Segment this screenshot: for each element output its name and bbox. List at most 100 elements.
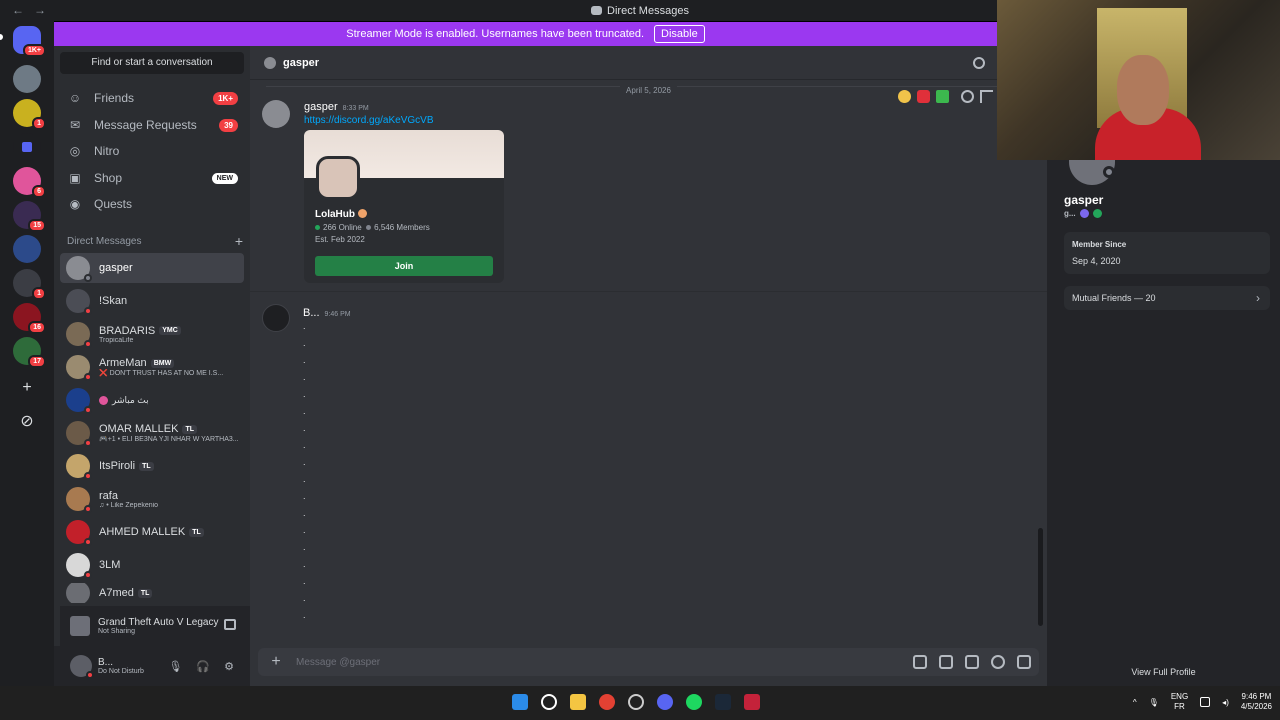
dm-name-row: ArmeMan BMW <box>99 357 223 369</box>
spotify-icon[interactable] <box>686 694 702 710</box>
join-button[interactable]: Join <box>315 256 493 276</box>
dm-item[interactable]: !Skan <box>60 286 244 316</box>
shop-icon: ▣ <box>69 171 81 185</box>
chat-scrollbar[interactable] <box>1038 528 1043 626</box>
server-rail: 1K+ 1 6 15 1 16 17 + ⊘ <box>0 21 54 686</box>
disable-button[interactable]: Disable <box>654 25 705 43</box>
server-icon-2[interactable]: 1 <box>13 99 46 130</box>
requests-count-badge: 39 <box>219 118 238 132</box>
message-composer[interactable]: + Message @gasper <box>258 648 1039 676</box>
nav-quests[interactable]: ◉ Quests <box>60 191 244 217</box>
discord-icon <box>591 6 603 15</box>
discord-taskbar-icon[interactable] <box>657 694 673 710</box>
file-explorer-icon[interactable] <box>570 694 586 710</box>
nav-friends[interactable]: ☺ Friends 1K+ <box>60 85 244 111</box>
dm-item[interactable]: ItsPiroli TL <box>60 451 244 481</box>
create-dm-icon[interactable]: + <box>235 234 243 248</box>
obs-icon[interactable] <box>628 694 644 710</box>
app-icon[interactable] <box>744 694 760 710</box>
dm-item[interactable]: AHMED MALLEK TL <box>60 517 244 547</box>
upload-plus-icon[interactable]: + <box>268 654 284 670</box>
server-icon-5[interactable] <box>13 235 41 263</box>
banner-text: Streamer Mode is enabled. Usernames have… <box>346 28 645 40</box>
dm-item[interactable]: rafa ♫ • Like Zepekenio <box>60 484 244 514</box>
dm-item[interactable]: A7med TL <box>60 583 244 603</box>
message-author[interactable]: B... <box>303 307 320 319</box>
new-badge: NEW <box>211 172 238 184</box>
network-icon[interactable] <box>1200 697 1211 707</box>
dm-item[interactable]: 3LM <box>60 550 244 580</box>
headphones-icon[interactable]: 🎧 <box>196 660 210 673</box>
dm-item[interactable]: ArmeMan BMW ❌ DON'T TRUST HAS AT NO ME I.… <box>60 352 244 382</box>
message-line: . <box>303 406 306 416</box>
user-avatar[interactable] <box>70 655 94 679</box>
message-list: April 5, 2026 gasper 8:33 PM https://disc… <box>250 80 1047 640</box>
find-conversation-button[interactable]: Find or start a conversation <box>60 52 244 74</box>
nitro-icon: ◎ <box>69 144 81 158</box>
emoji-icon[interactable] <box>991 655 1005 669</box>
server-icon-1[interactable] <box>13 65 41 93</box>
dm-name: بث مباشر <box>112 394 149 405</box>
reply-icon[interactable] <box>980 90 993 103</box>
language-indicator[interactable]: ENG FR <box>1171 692 1188 712</box>
add-reaction-icon[interactable] <box>961 90 974 103</box>
server-icon-4[interactable]: 15 <box>13 201 46 232</box>
message-line: . <box>303 338 306 348</box>
server-invite-card: LolaHub 266 Online 6,546 Members Est. Fe… <box>304 130 504 283</box>
server-icon-6[interactable]: 1 <box>13 269 46 300</box>
message-line: . <box>303 355 306 365</box>
sticker-icon[interactable] <box>965 655 979 669</box>
screen-share-icon[interactable] <box>224 619 236 630</box>
volume-icon[interactable]: ◂) <box>1222 698 1229 707</box>
view-full-profile-link[interactable]: View Full Profile <box>1047 667 1280 677</box>
search-icon[interactable] <box>541 694 557 710</box>
home-button[interactable]: 1K+ <box>13 26 46 57</box>
dm-item[interactable]: بث مباشر <box>60 385 244 415</box>
discover-icon[interactable]: ⊘ <box>16 411 38 433</box>
add-server-icon[interactable]: + <box>16 377 38 399</box>
dm-item[interactable]: gasper <box>60 253 244 283</box>
nav-message-requests[interactable]: ✉ Message Requests 39 <box>60 112 244 138</box>
avatar[interactable] <box>262 100 290 128</box>
peach-emoji-icon <box>358 209 367 218</box>
quests-icon: ◉ <box>69 197 81 211</box>
microphone-icon[interactable]: 🎙 <box>168 660 182 673</box>
voice-call-icon[interactable] <box>973 57 985 69</box>
server-tag: TL <box>182 424 198 434</box>
dm-item[interactable]: BRADARIS YMC TropicaLife <box>60 319 244 349</box>
chrome-icon[interactable] <box>599 694 615 710</box>
steam-icon[interactable] <box>715 694 731 710</box>
online-count: 266 Online <box>323 223 362 232</box>
message-author[interactable]: gasper <box>304 101 338 113</box>
mail-icon: ✉ <box>69 118 81 132</box>
heart-emoji-icon[interactable] <box>917 90 930 103</box>
server-icon-7[interactable]: 16 <box>13 303 46 334</box>
nav-nitro[interactable]: ◎ Nitro <box>60 138 244 164</box>
server-badge: 6 <box>32 185 46 198</box>
server-icon-3[interactable]: 6 <box>13 167 46 198</box>
gift-icon[interactable] <box>913 655 927 669</box>
gif-icon[interactable] <box>939 655 953 669</box>
apps-icon[interactable] <box>1017 655 1031 669</box>
hypesquad-badge-icon[interactable] <box>1079 209 1089 218</box>
dm-name: rafa <box>99 489 118 502</box>
rofl-emoji-icon[interactable] <box>898 90 911 103</box>
tray-mic-icon[interactable]: 🎙 <box>1149 698 1159 707</box>
avatar[interactable] <box>262 304 290 332</box>
mutual-friends-row[interactable]: Mutual Friends — 20 › <box>1064 286 1270 310</box>
message-input-placeholder[interactable]: Message @gasper <box>296 657 380 668</box>
status-dot <box>84 505 92 513</box>
server-tag: TL <box>139 461 154 471</box>
invite-link[interactable]: https://discord.gg/aKeVGcVB <box>304 115 434 126</box>
clock[interactable]: 9:46 PM 4/5/2026 <box>1241 692 1272 712</box>
server-folder[interactable] <box>13 133 41 161</box>
check-emoji-icon[interactable] <box>936 90 949 103</box>
nitro-badge-icon[interactable] <box>1092 209 1102 218</box>
message-line: . <box>303 559 306 569</box>
server-icon-8[interactable]: 17 <box>13 337 46 368</box>
windows-start-icon[interactable] <box>512 694 528 710</box>
tray-chevron-icon[interactable]: ^ <box>1133 698 1137 707</box>
dm-item[interactable]: OMAR MALLEK TL 🎮+1 • ELI BE3NA YJI NHAR W… <box>60 418 244 448</box>
gear-icon[interactable]: ⚙ <box>224 660 234 673</box>
nav-shop[interactable]: ▣ Shop NEW <box>60 165 244 191</box>
